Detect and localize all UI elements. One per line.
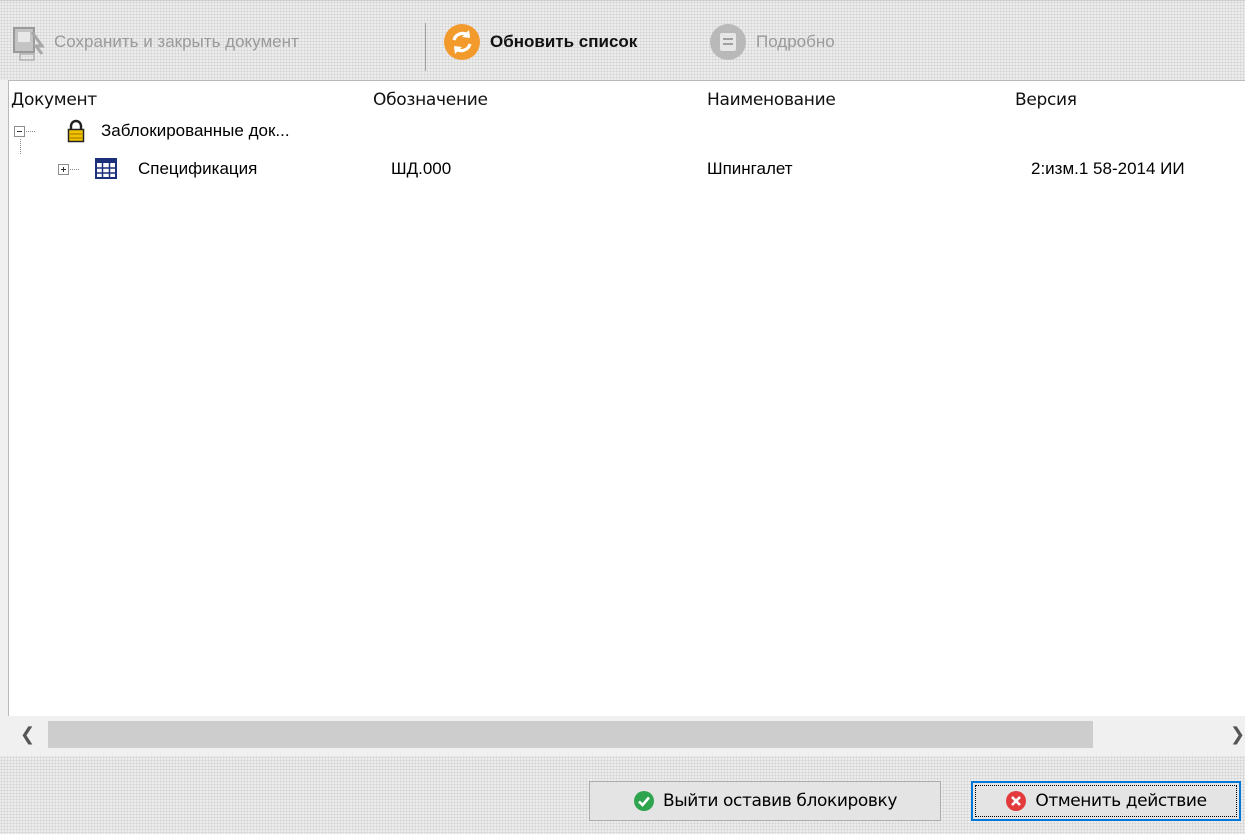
- column-header-document[interactable]: Документ: [11, 81, 97, 119]
- column-header-version[interactable]: Версия: [1015, 81, 1077, 119]
- save-close-icon: [13, 27, 45, 61]
- tree-vertical-connector: [20, 138, 21, 154]
- cancel-icon: [1006, 791, 1027, 811]
- version-cell: 2:изм.1 58-2014 ИИ: [1031, 159, 1185, 178]
- details-icon: [710, 24, 746, 60]
- refresh-list-button[interactable]: Обновить список: [442, 19, 637, 65]
- table-icon: [95, 158, 117, 179]
- tree-group-row[interactable]: Заблокированные док...: [9, 115, 1245, 147]
- document-cell: Спецификация: [138, 159, 258, 178]
- collapse-toggle-icon[interactable]: [14, 126, 25, 137]
- tree-connector: [70, 169, 80, 170]
- details-label: Подробно: [756, 32, 835, 51]
- designation-cell: ШД.000: [391, 159, 452, 178]
- horizontal-scrollbar[interactable]: ❮ ❯: [8, 716, 1245, 756]
- cancel-action-label: Отменить действие: [1035, 791, 1207, 811]
- details-button[interactable]: Подробно: [708, 19, 835, 65]
- exit-keep-lock-label: Выйти оставив блокировку: [662, 791, 898, 811]
- check-icon: [633, 791, 654, 811]
- group-label: Заблокированные док...: [101, 121, 290, 140]
- table-row[interactable]: Спецификация ШД.000 Шпингалет 2:изм.1 58…: [9, 153, 1245, 185]
- locked-documents-list[interactable]: Документ Обозначение Наименование Версия…: [8, 80, 1245, 756]
- column-header-designation[interactable]: Обозначение: [373, 81, 488, 119]
- column-header-name[interactable]: Наименование: [707, 81, 836, 119]
- save-close-label: Сохранить и закрыть документ: [54, 32, 299, 51]
- name-cell: Шпингалет: [707, 159, 793, 178]
- toolbar: Сохранить и закрыть документ Обновить сп…: [0, 0, 1245, 80]
- expand-toggle-icon[interactable]: [58, 164, 69, 175]
- dialog-button-bar: Выйти оставив блокировку Отменить действ…: [0, 756, 1245, 834]
- exit-keep-lock-button[interactable]: Выйти оставив блокировку: [589, 781, 941, 821]
- refresh-icon: [444, 24, 480, 60]
- scroll-right-icon[interactable]: ❯: [1230, 724, 1245, 745]
- save-close-button[interactable]: Сохранить и закрыть документ: [12, 19, 299, 65]
- cancel-action-button[interactable]: Отменить действие: [971, 781, 1241, 821]
- lock-icon: [67, 119, 85, 143]
- toolbar-separator: [425, 23, 426, 71]
- scrollbar-thumb[interactable]: [48, 721, 1093, 748]
- scroll-left-icon[interactable]: ❮: [20, 724, 35, 745]
- refresh-list-label: Обновить список: [490, 32, 638, 51]
- tree-connector: [26, 131, 36, 132]
